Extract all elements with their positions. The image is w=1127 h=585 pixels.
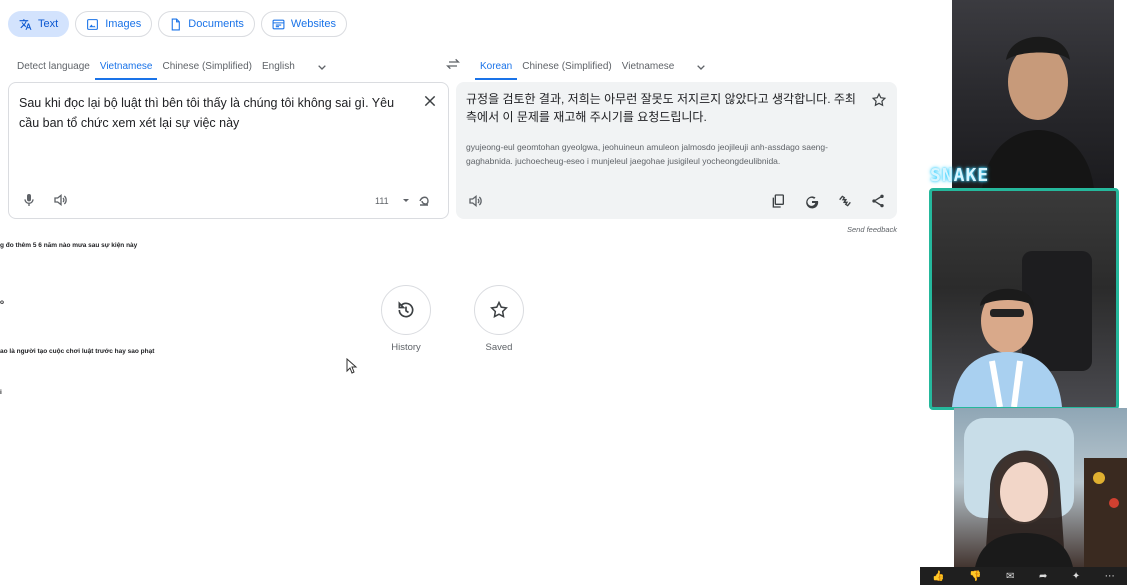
- stream-logo: SNAKE: [930, 165, 990, 186]
- star-icon: [490, 300, 508, 318]
- close-icon[interactable]: [422, 93, 438, 109]
- chat-message: o: [0, 299, 4, 306]
- tab-images[interactable]: Images: [75, 11, 153, 37]
- source-lang-chinese[interactable]: Chinese (Simplified): [157, 61, 256, 80]
- document-icon: [171, 18, 181, 30]
- send-feedback-link[interactable]: Send feedback: [847, 225, 897, 234]
- sparkle-icon[interactable]: ✦: [1072, 571, 1080, 582]
- translation-output: 규정을 검토한 결과, 저희는 아무런 잘못도 저지르지 않았다고 생각합니다.…: [466, 92, 856, 124]
- tab-websites-label: Websites: [290, 18, 336, 30]
- microphone-icon[interactable]: [21, 192, 37, 208]
- person-silhouette-icon: [964, 418, 1127, 573]
- chat-message: g đo thêm 5 6 năm nào mưa sau sự kiện nà…: [0, 242, 138, 249]
- copy-icon[interactable]: [770, 193, 786, 209]
- history-icon: [398, 301, 414, 318]
- caret-down-icon[interactable]: [401, 195, 411, 205]
- mouse-cursor-icon: [346, 358, 358, 374]
- translation-panel: 규정을 검토한 결과, 저희는 아무런 잘못도 저지르지 않았다고 생각합니다.…: [456, 82, 897, 219]
- handwriting-icon[interactable]: [418, 193, 430, 207]
- swap-languages-icon[interactable]: [444, 56, 462, 72]
- thumbs-down-icon[interactable]: 👎: [969, 571, 981, 582]
- webcam-feed-bottom: [954, 408, 1127, 573]
- translate-icon: [19, 18, 32, 30]
- source-lang-detect[interactable]: Detect language: [12, 61, 95, 80]
- target-lang-vietnamese[interactable]: Vietnamese: [617, 61, 680, 80]
- rate-translation-icon[interactable]: [837, 193, 853, 209]
- thumbs-up-icon[interactable]: 👍: [932, 571, 944, 582]
- tab-images-label: Images: [105, 18, 142, 30]
- tab-text-label: Text: [38, 18, 59, 30]
- source-lang-vietnamese[interactable]: Vietnamese: [94, 61, 158, 80]
- webcam-feed-top: [952, 0, 1114, 190]
- comment-icon[interactable]: ✉: [1006, 571, 1014, 582]
- transliteration-text: gyujeong-eul geomtohan gyeolgwa, jeohuin…: [466, 142, 828, 166]
- person-silhouette-icon: [982, 36, 1094, 190]
- source-text-input[interactable]: Sau khi đọc lại bộ luật thì bên tôi thấy…: [19, 93, 414, 133]
- tab-documents-label: Documents: [188, 18, 244, 30]
- chevron-down-icon[interactable]: [314, 59, 330, 75]
- speaker-icon[interactable]: [53, 192, 69, 208]
- saved-label: Saved: [485, 342, 513, 353]
- speaker-icon[interactable]: [468, 193, 484, 209]
- person-silhouette-icon: [952, 251, 1092, 407]
- google-g-icon[interactable]: [804, 193, 820, 209]
- share-icon[interactable]: ➦: [1039, 571, 1047, 582]
- chat-message: i: [0, 389, 2, 396]
- target-lang-chinese[interactable]: Chinese (Simplified): [517, 61, 616, 80]
- source-language-bar: Detect language Vietnamese Chinese (Simp…: [12, 52, 330, 80]
- tab-documents[interactable]: Documents: [158, 11, 255, 37]
- more-icon[interactable]: ⋯: [1105, 571, 1115, 582]
- tab-text[interactable]: Text: [8, 11, 70, 37]
- saved-button[interactable]: [474, 285, 524, 335]
- star-icon[interactable]: [871, 92, 887, 108]
- stream-controls-bar: 👍 👎 ✉ ➦ ✦ ⋯: [920, 567, 1127, 585]
- history-label: History: [391, 342, 421, 353]
- mode-tabs: Text Images Documents Websites: [8, 11, 347, 37]
- source-lang-english[interactable]: English: [257, 61, 300, 80]
- webcam-feed-middle: [929, 188, 1119, 410]
- target-language-bar: Korean Chinese (Simplified) Vietnamese: [475, 52, 709, 80]
- history-button[interactable]: [381, 285, 431, 335]
- chevron-down-icon[interactable]: [693, 59, 709, 75]
- target-lang-korean[interactable]: Korean: [475, 61, 518, 80]
- image-icon: [87, 18, 99, 30]
- character-count: 111: [375, 196, 389, 206]
- website-icon: [272, 19, 285, 29]
- source-text-panel: Sau khi đọc lại bộ luật thì bên tôi thấy…: [8, 82, 449, 219]
- chat-message: ao là người tạo cuộc chơi luật trước hay…: [0, 348, 155, 355]
- share-icon[interactable]: [870, 193, 886, 209]
- tab-websites[interactable]: Websites: [260, 11, 347, 37]
